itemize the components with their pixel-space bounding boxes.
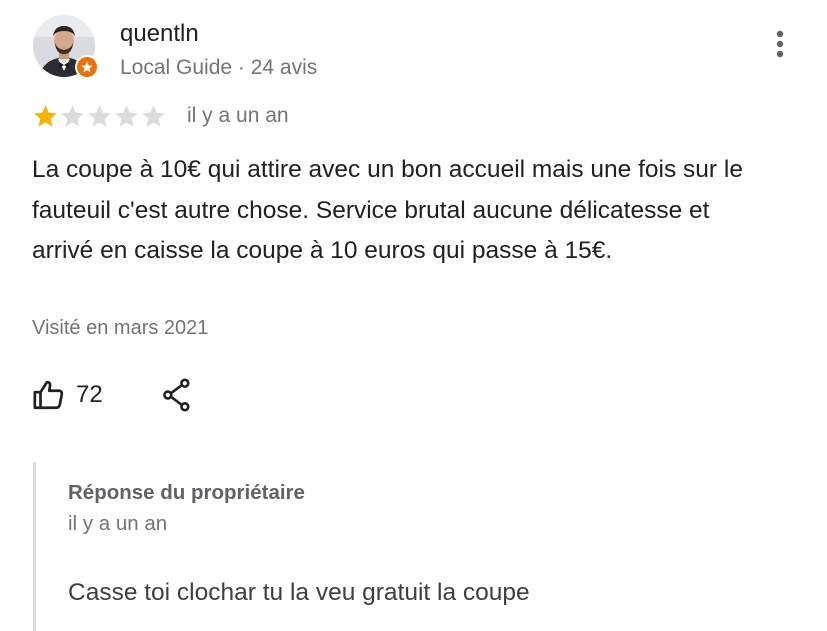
reviewer-name[interactable]: quentln <box>120 20 199 48</box>
local-guide-badge <box>75 55 99 79</box>
star-empty-icon <box>142 104 165 127</box>
more-options-button[interactable] <box>764 26 796 62</box>
visit-date: Visité en mars 2021 <box>32 317 209 339</box>
reviewer-avatar-container[interactable] <box>33 15 99 81</box>
reviewer-meta[interactable]: Local Guide · 24 avis <box>120 55 317 81</box>
rating-row: il y a un an <box>32 101 289 131</box>
review-text: La coupe à 10€ qui attire avec un bon ac… <box>32 156 743 264</box>
owner-reply-text: Casse toi clochar tu la veu gratuit la c… <box>68 579 530 606</box>
star-empty-icon <box>61 104 84 127</box>
star-filled-icon <box>34 104 57 127</box>
review-date: il y a un an <box>187 104 289 127</box>
review-actions: 72 <box>32 375 193 415</box>
owner-reply: Réponse du propriétaire il y a un an Cas… <box>33 462 796 631</box>
star-rating <box>32 103 167 130</box>
thumbs-up-icon <box>33 380 64 410</box>
like-count: 72 <box>76 381 103 408</box>
star-empty-icon <box>88 104 111 127</box>
star-empty-icon <box>115 104 138 127</box>
like-button[interactable]: 72 <box>32 375 103 415</box>
owner-reply-title: Réponse du propriétaire <box>68 481 305 504</box>
owner-reply-date: il y a un an <box>68 512 168 535</box>
share-icon <box>162 378 190 412</box>
local-guide-star-icon <box>77 57 97 77</box>
share-button[interactable] <box>161 375 193 415</box>
more-vert-icon <box>776 30 784 58</box>
